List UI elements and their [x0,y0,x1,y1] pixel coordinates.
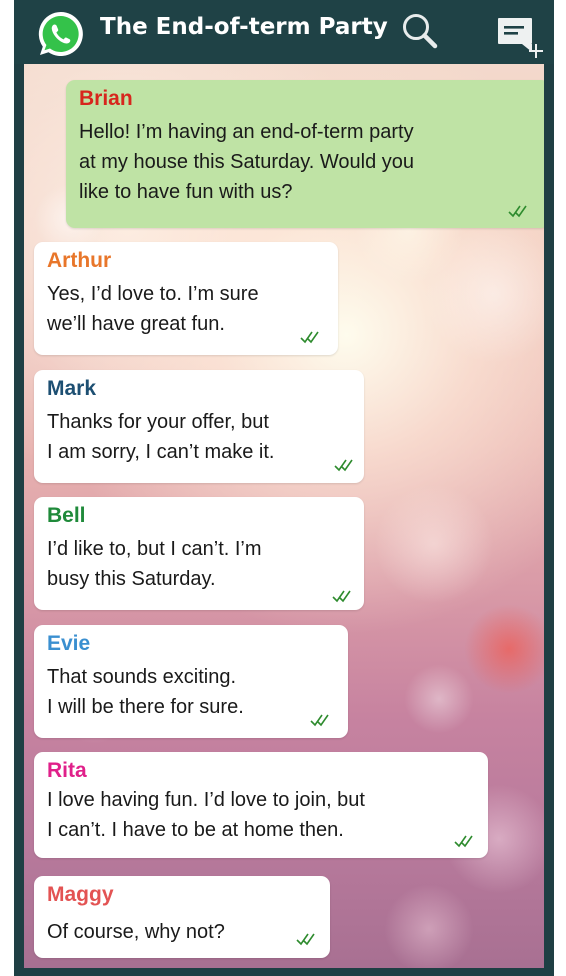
sender-name: Mark [47,377,97,400]
chat-background[interactable]: Brian Hello! I’m having an end-of-term p… [24,64,544,968]
double-tick-icon [334,459,353,472]
message-text: I can’t. I have to be at home then. [47,819,344,841]
message-bubble-bell[interactable]: Bell I’d like to, but I can’t. I’m busy … [34,497,364,610]
double-tick-icon [454,835,473,848]
chat-title: The End-of-term Party [100,14,388,40]
message-bubble-maggy[interactable]: Maggy Of course, why not? [34,876,330,958]
message-bubble-mark[interactable]: Mark Thanks for your offer, but I am sor… [34,370,364,483]
message-text: Of course, why not? [47,921,225,943]
double-tick-icon [296,933,315,946]
message-text: we’ll have great fun. [47,313,225,335]
message-text: Hello! I’m having an end-of-term party [79,121,414,143]
message-text: That sounds exciting. [47,666,236,688]
message-bubble-arthur[interactable]: Arthur Yes, I’d love to. I’m sure we’ll … [34,242,338,355]
message-text: I will be there for sure. [47,696,244,718]
double-tick-icon [310,714,329,727]
message-bubble-evie[interactable]: Evie That sounds exciting. I will be the… [34,625,348,738]
message-text: busy this Saturday. [47,568,216,590]
sender-name: Evie [47,632,91,655]
new-message-icon[interactable] [496,14,546,58]
whatsapp-icon [38,11,83,56]
double-tick-icon [300,331,319,344]
message-text: I’d like to, but I can’t. I’m [47,538,262,560]
message-text: I am sorry, I can’t make it. [47,441,275,463]
double-tick-icon [332,590,351,603]
search-icon[interactable] [399,10,443,54]
message-text: at my house this Saturday. Would you [79,151,414,173]
sender-name: Maggy [47,883,114,906]
message-text: like to have fun with us? [79,181,293,203]
message-text: I love having fun. I’d love to join, but [47,789,365,811]
message-text: Yes, I’d love to. I’m sure [47,283,259,305]
message-bubble-rita[interactable]: Rita I love having fun. I’d love to join… [34,752,488,858]
app-window: The End-of-term Party Brian Hello! I’m h… [14,0,554,976]
double-tick-icon [508,205,527,218]
sender-name: Rita [47,759,87,782]
message-text: Thanks for your offer, but [47,411,269,433]
chat-header: The End-of-term Party [14,0,554,64]
sender-name: Bell [47,504,86,527]
sender-name: Brian [79,87,133,110]
message-bubble-brian[interactable]: Brian Hello! I’m having an end-of-term p… [66,80,544,228]
sender-name: Arthur [47,249,112,272]
